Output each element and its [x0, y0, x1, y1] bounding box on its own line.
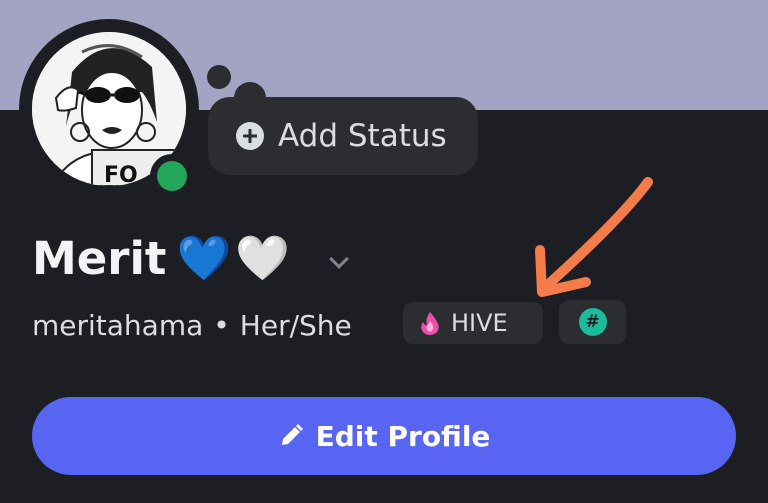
hashtag-badge[interactable]: # [559, 300, 626, 344]
add-status-label: Add Status [278, 118, 447, 154]
edit-profile-button[interactable]: Edit Profile [32, 397, 736, 475]
chevron-down-icon[interactable] [329, 249, 349, 269]
edit-profile-label: Edit Profile [315, 419, 491, 453]
add-status-button[interactable]: Add Status [208, 97, 478, 175]
hive-badge-label: HIVE [451, 309, 508, 337]
plus-circle-icon [236, 122, 264, 150]
hive-badge[interactable]: HIVE [403, 302, 543, 344]
annotation-arrow [535, 177, 653, 297]
pencil-icon [281, 424, 303, 445]
blue-heart-emoji: 💙 [176, 232, 232, 284]
display-name-text: Merit [32, 232, 167, 285]
white-heart-emoji: 🤍 [235, 232, 291, 284]
hashtag-icon: # [578, 308, 607, 336]
username: meritahama [32, 308, 204, 342]
display-name[interactable]: Merit 💙 🤍 [32, 232, 290, 285]
pink-flame-icon [421, 312, 439, 335]
pronouns: Her/She [239, 308, 352, 342]
username-line: meritahama • Her/She [32, 305, 352, 345]
online-status-icon [157, 161, 187, 191]
thought-bubble-dot-small [207, 65, 231, 89]
separator: • [213, 308, 230, 342]
